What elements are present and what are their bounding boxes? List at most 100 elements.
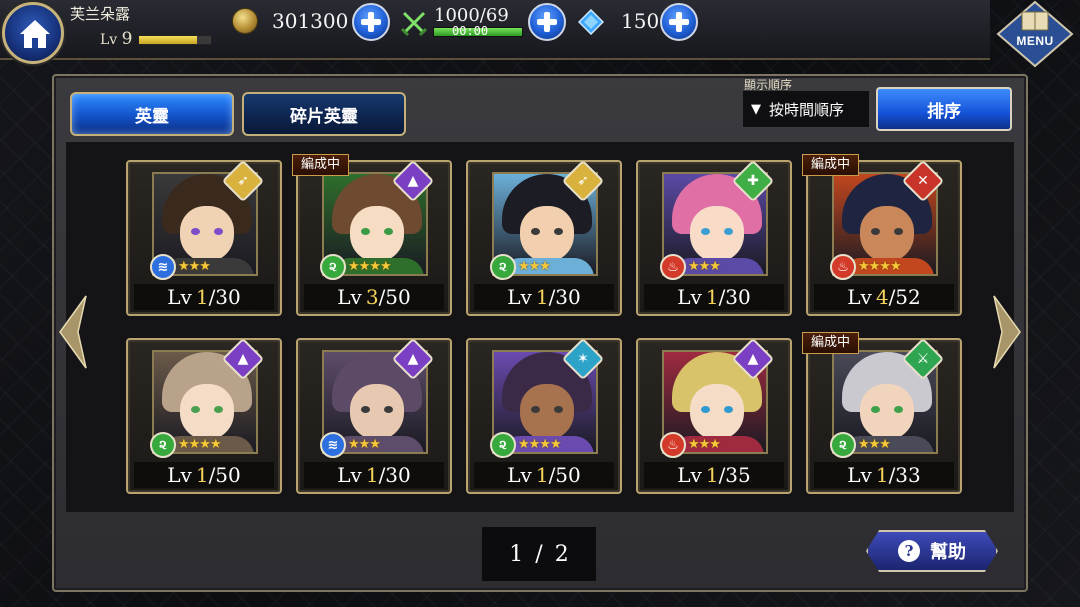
hero-level-current: 1 — [875, 463, 889, 487]
hero-level: Lv 1/35 — [644, 462, 784, 488]
hero-card[interactable]: ✶ ૨ ★★★★ Lv 1/50 — [466, 337, 622, 494]
prev-page-arrow-icon[interactable] — [56, 294, 90, 370]
sort-order-select[interactable]: ▼ 按時間順序 — [742, 90, 870, 128]
hero-level-prefix: Lv — [847, 285, 872, 309]
xp-bar-fill — [139, 36, 197, 44]
hero-level-current: 1 — [365, 463, 379, 487]
next-page-arrow-icon[interactable] — [990, 294, 1024, 370]
hero-level-prefix: Lv — [167, 285, 192, 309]
in-party-badge: 編成中 — [292, 154, 350, 176]
add-coins-button[interactable] — [352, 3, 390, 41]
hero-level-max: /30 — [378, 463, 411, 487]
hero-card[interactable]: ✚ ♨ ★★★ Lv 1/30 — [636, 159, 792, 316]
hero-level-max: /35 — [718, 463, 751, 487]
top-status-bar: 芙兰朵露 Lv 9 301300 1000/69 00:00 150 — [0, 0, 990, 60]
water-element-icon: ≋ — [320, 432, 346, 458]
add-stamina-button[interactable] — [528, 3, 566, 41]
fire-element-icon: ♨ — [660, 254, 686, 280]
hero-level-current: 3 — [365, 285, 379, 309]
water-element-icon: ≋ — [150, 254, 176, 280]
hero-level: Lv 1/30 — [134, 284, 274, 310]
stamina-value: 1000/69 — [434, 5, 509, 26]
fire-element-icon: ♨ — [660, 432, 686, 458]
fire-element-icon: ♨ — [830, 254, 856, 280]
hero-card[interactable]: ▲ ૨ ★★★★ Lv 1/50 — [126, 337, 282, 494]
star-rating: ★★★★ — [858, 259, 902, 274]
hero-card[interactable]: ➶ ≋ ★★★ Lv 1/30 — [126, 159, 282, 316]
hero-card[interactable]: ➶ ૨ ★★★ Lv 1/30 — [466, 159, 622, 316]
hero-level-max: /52 — [888, 285, 921, 309]
star-rating: ★★★ — [858, 437, 891, 452]
hero-level: Lv 3/50 — [304, 284, 444, 310]
hero-card[interactable]: ✕ ♨ ★★★★ Lv 4/52 編成中 — [802, 154, 962, 316]
player-level: Lv 9 — [100, 29, 133, 49]
star-rating: ★★★ — [688, 259, 721, 274]
star-rating: ★★★ — [348, 437, 381, 452]
in-party-badge: 編成中 — [802, 154, 860, 176]
coin-value: 301300 — [272, 9, 349, 33]
hero-card[interactable]: ⚔ ૨ ★★★ Lv 1/33 編成中 — [802, 332, 962, 494]
chevron-down-icon: ▼ — [751, 101, 761, 117]
hero-level-prefix: Lv — [337, 285, 362, 309]
hero-card[interactable]: ▲ ♨ ★★★ Lv 1/35 — [636, 337, 792, 494]
page-current: 1 — [509, 541, 524, 567]
wind-element-icon: ૨ — [490, 432, 516, 458]
hero-level: Lv 1/50 — [134, 462, 274, 488]
hero-level: Lv 1/50 — [474, 462, 614, 488]
hero-level-current: 4 — [875, 285, 889, 309]
in-party-badge: 編成中 — [802, 332, 860, 354]
hero-level: Lv 4/52 — [814, 284, 954, 310]
hero-level-current: 1 — [535, 463, 549, 487]
hero-level: Lv 1/30 — [644, 284, 784, 310]
help-label: 幫助 — [930, 542, 966, 563]
stamina-timer: 00:00 — [452, 24, 489, 38]
star-rating: ★★★ — [518, 259, 551, 274]
hero-level-current: 1 — [705, 285, 719, 309]
hero-level-max: /30 — [718, 285, 751, 309]
hero-level-max: /30 — [548, 285, 581, 309]
home-icon — [20, 20, 50, 48]
crossed-swords-icon — [400, 11, 428, 37]
wind-element-icon: ૨ — [320, 254, 346, 280]
home-button[interactable] — [2, 2, 64, 64]
star-rating: ★★★ — [178, 259, 211, 274]
hero-level: Lv 1/33 — [814, 462, 954, 488]
page-indicator: 1 / 2 — [482, 527, 596, 581]
level-prefix: Lv — [100, 32, 118, 48]
tab-hero-fragments[interactable]: 碎片英靈 — [242, 92, 406, 136]
hero-level-max: /50 — [548, 463, 581, 487]
level-value: 9 — [121, 29, 133, 49]
sort-button[interactable]: 排序 — [876, 87, 1012, 131]
hero-level-prefix: Lv — [337, 463, 362, 487]
menu-button[interactable]: MENU — [994, 0, 1076, 70]
hero-level-max: /33 — [888, 463, 921, 487]
question-mark-icon: ? — [898, 540, 920, 562]
hero-level-max: /50 — [208, 463, 241, 487]
wind-element-icon: ૨ — [490, 254, 516, 280]
star-rating: ★★★★ — [348, 259, 392, 274]
wind-element-icon: ૨ — [150, 432, 176, 458]
page-total: 2 — [554, 541, 569, 567]
page-separator: / — [535, 541, 543, 567]
hero-level-current: 1 — [195, 463, 209, 487]
star-rating: ★★★ — [688, 437, 721, 452]
hero-level-prefix: Lv — [507, 463, 532, 487]
crystal-value: 150 — [621, 9, 660, 33]
sort-order-value: 按時間順序 — [769, 100, 845, 119]
hero-card[interactable]: ▲ ≋ ★★★ Lv 1/30 — [296, 337, 452, 494]
menu-label: MENU — [1016, 34, 1054, 48]
player-name: 芙兰朵露 — [70, 5, 131, 23]
hero-level: Lv 1/30 — [304, 462, 444, 488]
help-button[interactable]: ? 幫助 — [866, 530, 998, 572]
add-crystals-button[interactable] — [660, 3, 698, 41]
hero-level-max: /30 — [208, 285, 241, 309]
hero-level-current: 1 — [195, 285, 209, 309]
hero-level: Lv 1/30 — [474, 284, 614, 310]
tab-heroes[interactable]: 英靈 — [70, 92, 234, 136]
hero-level-current: 1 — [535, 285, 549, 309]
star-rating: ★★★★ — [518, 437, 562, 452]
coin-icon — [232, 8, 258, 34]
hero-level-current: 1 — [705, 463, 719, 487]
hero-card[interactable]: ▲ ૨ ★★★★ Lv 3/50 編成中 — [292, 154, 452, 316]
hero-level-prefix: Lv — [167, 463, 192, 487]
